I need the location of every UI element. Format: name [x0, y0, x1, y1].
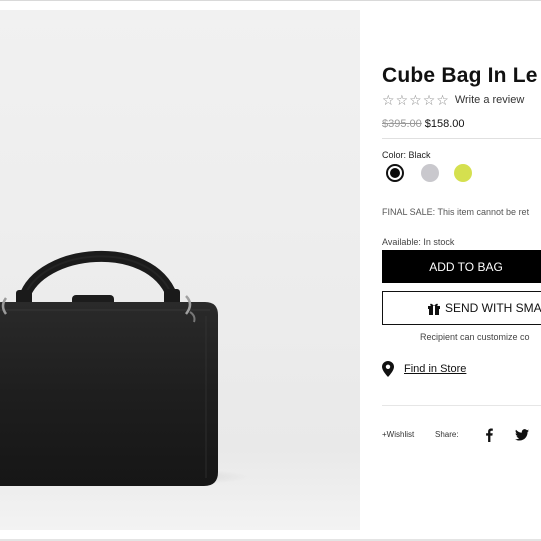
share-label: Share:: [435, 430, 459, 439]
color-swatch-grey[interactable]: [421, 164, 439, 182]
wishlist-link[interactable]: +Wishlist: [382, 430, 414, 439]
star-empty-icon: ☆: [395, 92, 409, 108]
color-label: Color: Black: [382, 150, 431, 160]
bag-photo: [0, 250, 250, 487]
product-info: Cube Bag In Le ☆ ☆ ☆ ☆ ☆ Write a review …: [382, 0, 541, 541]
star-empty-icon: ☆: [382, 92, 395, 108]
availability-status: Available: In stock: [382, 237, 455, 247]
divider: [382, 138, 541, 139]
rating-row: ☆ ☆ ☆ ☆ ☆ Write a review: [382, 93, 524, 107]
twitter-icon[interactable]: [515, 429, 529, 441]
share-row: +Wishlist Share:: [382, 428, 541, 444]
send-gift-label: SEND WITH SMAR: [445, 301, 541, 315]
star-rating[interactable]: ☆ ☆ ☆ ☆ ☆: [382, 93, 449, 107]
final-sale-note: FINAL SALE: This item cannot be ret: [382, 207, 530, 217]
original-price: $395.00: [382, 118, 422, 130]
price: $395.00 $158.00: [382, 118, 465, 130]
send-gift-button[interactable]: SEND WITH SMAR: [382, 291, 541, 325]
color-swatch-black[interactable]: [386, 164, 404, 182]
product-image[interactable]: [0, 10, 360, 530]
add-to-bag-label: ADD TO BAG: [429, 259, 503, 274]
gift-icon: [428, 303, 440, 315]
star-empty-icon: ☆: [409, 92, 422, 108]
sale-price: $158.00: [424, 118, 465, 130]
map-pin-icon: [382, 361, 394, 377]
color-swatch-lime[interactable]: [454, 164, 472, 182]
find-in-store[interactable]: Find in Store: [382, 361, 466, 377]
add-to-bag-button[interactable]: ADD TO BAG: [382, 250, 541, 283]
product-title: Cube Bag In Le: [382, 64, 538, 87]
write-review-link[interactable]: Write a review: [455, 94, 524, 106]
find-in-store-link[interactable]: Find in Store: [404, 363, 466, 375]
divider: [382, 405, 541, 406]
recipient-note: Recipient can customize co: [420, 332, 530, 342]
star-empty-icon: ☆: [436, 92, 449, 108]
facebook-icon[interactable]: [484, 428, 494, 442]
star-empty-icon: ☆: [422, 92, 436, 108]
